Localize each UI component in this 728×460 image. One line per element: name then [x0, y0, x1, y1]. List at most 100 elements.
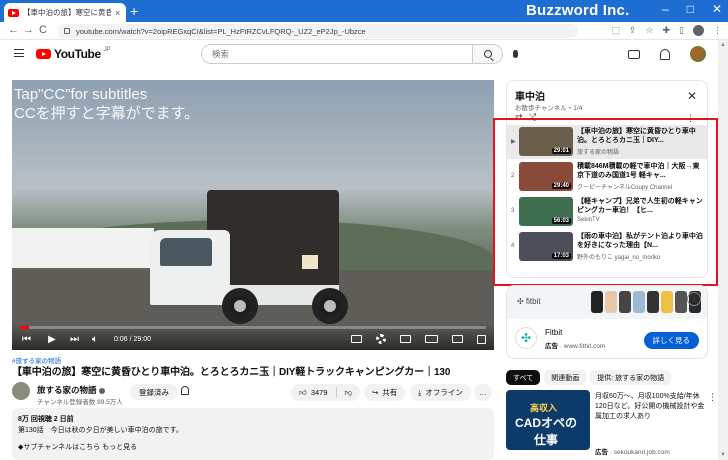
recommended-title[interactable]: 月収60万～、月収100%支給/年休120日など。好公開の機械設計や金属加工の求…: [595, 392, 705, 422]
browser-tab[interactable]: 【車中泊の旅】寒空に黄昏ひとり車中... ×: [4, 3, 126, 22]
play-icon[interactable]: ▶: [48, 334, 56, 345]
account-avatar[interactable]: [690, 46, 706, 62]
youtube-wordmark: YouTube: [54, 47, 101, 61]
ad-watch-image: [661, 291, 673, 313]
description-box[interactable]: 8万 回視聴 2 日前 第130話 今日は秋の夕日が美しい車中泊の旅です。 ◆サ…: [12, 408, 494, 460]
ad-watch-image: [591, 291, 603, 313]
subscribed-button[interactable]: 登録済み: [130, 384, 178, 400]
ad-info-icon[interactable]: i: [687, 292, 701, 306]
video-player[interactable]: Tap"CC"for subtitles CCを押すと字幕がでます。 ⏮ ▶ ⏭…: [12, 80, 494, 350]
miniplayer-icon[interactable]: [400, 335, 411, 343]
create-video-icon[interactable]: [628, 49, 640, 59]
chip-channel[interactable]: 提供: 旅する家の物語: [590, 370, 672, 385]
share-button[interactable]: ↪ 共有: [364, 384, 406, 401]
more-actions-button[interactable]: …: [474, 384, 492, 401]
omnibox[interactable]: youtube.com/watch?v=2oipREGxqCI&list=PL_…: [58, 24, 578, 38]
playlist-close-icon[interactable]: ✕: [687, 89, 697, 103]
thumb-text-line: CADオペの: [515, 416, 577, 430]
browser-tab-bar: 【車中泊の旅】寒空に黄昏ひとり車中... × + Buzzword Inc. –…: [0, 0, 728, 22]
ad-watch-lineup: [591, 291, 701, 313]
progress-fill: [20, 326, 30, 329]
channel-name-text[interactable]: 旅する家の物語: [37, 385, 97, 395]
dislike-icon[interactable]: 👎︎: [345, 388, 353, 398]
profile-icon[interactable]: [693, 25, 704, 36]
recommended-domain: sekoukanri.job.com: [613, 449, 670, 456]
back-button[interactable]: ←: [8, 24, 19, 36]
next-icon[interactable]: ⏭: [70, 334, 79, 345]
description-line: ◆サブチャンネルはこちら もっと見る: [18, 444, 138, 451]
channel-avatar[interactable]: [12, 382, 30, 400]
recommended-more-icon[interactable]: ⋮: [708, 392, 717, 403]
scroll-down-icon[interactable]: ▼: [720, 452, 726, 458]
hamburger-menu-icon[interactable]: [14, 49, 24, 57]
offline-label: オフライン: [425, 388, 463, 397]
progress-bar[interactable]: [20, 326, 486, 329]
ad-sponsor-line: 広告 · www.fitbit.com: [545, 343, 606, 350]
cast-icon[interactable]: [452, 335, 463, 343]
channel-name[interactable]: 旅する家の物語: [37, 384, 105, 396]
tab-close-icon[interactable]: ×: [115, 8, 120, 18]
scene-front-wheel: [222, 288, 258, 324]
like-icon[interactable]: 👍︎: [299, 388, 307, 398]
window-controls: – □ ✕: [662, 2, 722, 16]
forward-button[interactable]: →: [23, 24, 34, 36]
previous-icon[interactable]: ⏮: [22, 334, 31, 345]
ad-banner-logo: ✣ fitbit: [517, 297, 541, 306]
page-scrollbar[interactable]: ▲ ▼: [718, 40, 728, 460]
scene-truck-windshield: [160, 238, 212, 266]
video-title: 【車中泊の旅】寒空に黄昏ひとり車中泊。とろとろカニ玉｜DIY軽トラックキャンピン…: [12, 367, 451, 378]
search-button[interactable]: [472, 45, 502, 63]
share-icon[interactable]: ⇪: [629, 25, 637, 36]
search-input[interactable]: [202, 45, 472, 63]
search-icon: [483, 50, 492, 58]
ad-watch-image: [647, 291, 659, 313]
reload-button[interactable]: C: [39, 24, 47, 36]
youtube-header: YouTube JP: [0, 40, 728, 68]
volume-icon[interactable]: 🔈︎: [92, 334, 98, 345]
lock-icon: [64, 28, 70, 34]
maximize-button[interactable]: □: [687, 2, 694, 16]
scroll-up-icon[interactable]: ▲: [720, 42, 726, 48]
like-count[interactable]: 3479: [311, 388, 328, 397]
fitbit-logo-icon: ✣: [515, 327, 537, 349]
ad-advertiser-name[interactable]: Fitbit: [545, 328, 562, 337]
chip-all[interactable]: すべて: [506, 370, 541, 385]
time-display: 0:06 / 29:00: [114, 336, 151, 343]
settings-gear-icon[interactable]: [376, 334, 386, 344]
minimize-button[interactable]: –: [662, 2, 669, 16]
playlist-title[interactable]: 車中泊: [515, 88, 545, 103]
youtube-logo[interactable]: YouTube JP: [36, 47, 111, 61]
search-box: [201, 44, 503, 64]
url-text[interactable]: youtube.com/watch?v=2oipREGxqCI&list=PL_…: [76, 27, 366, 36]
recommended-thumbnail[interactable]: 高収入 CADオペの 仕事: [506, 390, 590, 450]
install-icon[interactable]: ⬚: [611, 25, 620, 36]
ad-watch-image: [619, 291, 631, 313]
close-window-button[interactable]: ✕: [712, 2, 722, 16]
fullscreen-icon[interactable]: [477, 334, 486, 344]
notifications-bell-icon[interactable]: [660, 48, 670, 60]
microphone-icon[interactable]: [513, 50, 518, 58]
browser-menu-icon[interactable]: ⋮: [713, 25, 722, 36]
pill-divider: [335, 387, 337, 398]
view-count-date: 8万 回視聴 2 日前: [18, 416, 74, 423]
scene-rear-wheel: [312, 288, 348, 324]
extensions-icon[interactable]: ✚: [663, 25, 671, 36]
new-tab-button[interactable]: +: [130, 3, 138, 19]
chip-related[interactable]: 関連動画: [544, 370, 587, 385]
tab-title: 【車中泊の旅】寒空に黄昏ひとり車中...: [23, 8, 111, 17]
bookmark-star-icon[interactable]: ☆: [645, 25, 653, 36]
recommended-ad-line: 広告 · sekoukanri.job.com: [595, 449, 670, 456]
cc-hint-english: Tap"CC"for subtitles: [14, 86, 148, 103]
ad-sponsor-label: 広告: [545, 343, 558, 350]
offline-button[interactable]: ⤓ オフライン: [410, 384, 471, 401]
sidebar-icon[interactable]: ▯: [679, 25, 684, 36]
theater-mode-icon[interactable]: [425, 335, 438, 343]
subtitles-icon[interactable]: [351, 335, 362, 343]
ad-watch-image: [605, 291, 617, 313]
ad-card[interactable]: ✣ fitbit i ✣ Fitbit 広告 · www.fitbit.com …: [506, 285, 708, 359]
ad-learn-more-button[interactable]: 詳しく見る: [643, 332, 699, 349]
like-dislike-pill: 👍︎ 3479 👎︎: [291, 384, 361, 401]
ad-banner[interactable]: ✣ fitbit i: [507, 286, 707, 319]
channel-notification-bell-icon[interactable]: [181, 386, 189, 395]
address-bar-row: ← → C youtube.com/watch?v=2oipREGxqCI&li…: [0, 22, 728, 40]
